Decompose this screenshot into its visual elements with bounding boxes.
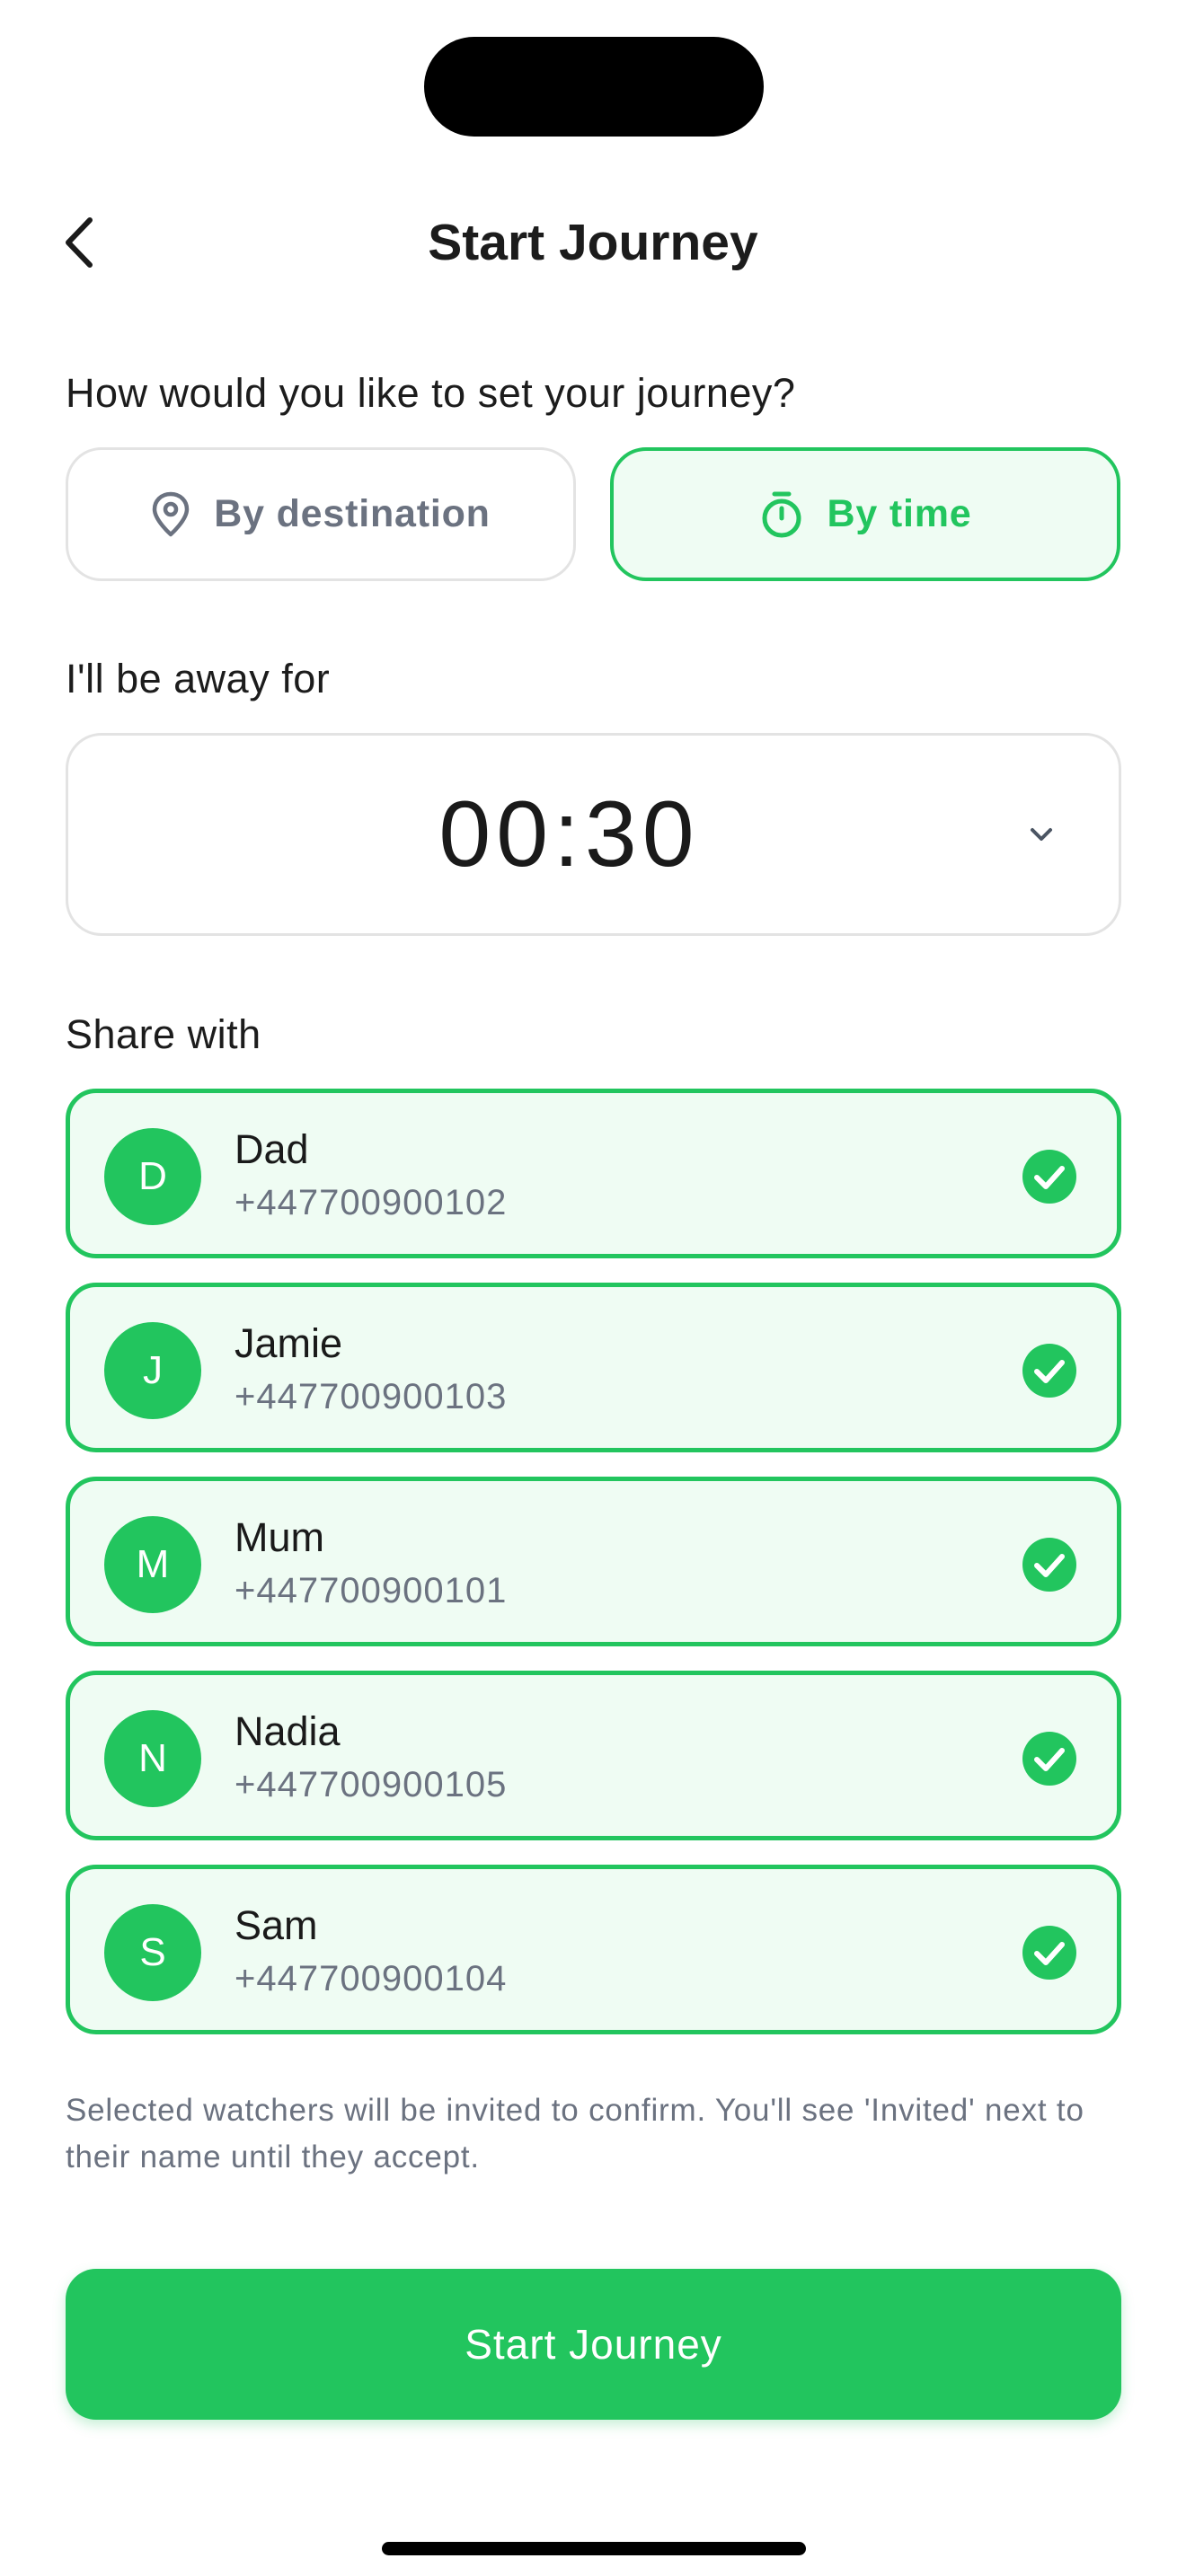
- contact-phone: +447700900102: [235, 1183, 508, 1222]
- avatar: J: [104, 1322, 201, 1419]
- check-circle-icon: [1022, 1344, 1076, 1398]
- contact-name: Jamie: [235, 1320, 343, 1366]
- duration-value: 00:30: [438, 781, 700, 887]
- contact-card-sam[interactable]: S Sam +447700900104: [66, 1865, 1121, 2034]
- location-pin-icon: [153, 491, 190, 536]
- start-journey-button[interactable]: Start Journey: [66, 2269, 1121, 2420]
- contact-card-dad[interactable]: D Dad +447700900102: [66, 1089, 1121, 1258]
- contact-name: Dad: [235, 1126, 309, 1172]
- check-circle-icon: [1022, 1926, 1076, 1980]
- avatar: M: [104, 1516, 201, 1613]
- by-destination-button[interactable]: By destination: [66, 447, 576, 581]
- contact-name: Mum: [235, 1514, 324, 1560]
- avatar: S: [104, 1904, 201, 2001]
- check-circle-icon: [1022, 1732, 1076, 1786]
- start-journey-screen: Start Journey How would you like to set …: [0, 0, 1186, 2576]
- duration-picker[interactable]: 00:30: [66, 733, 1121, 936]
- invite-note: Selected watchers will be invited to con…: [66, 2093, 1084, 2175]
- avatar: D: [104, 1128, 201, 1225]
- home-indicator[interactable]: [382, 2542, 806, 2555]
- by-time-button[interactable]: By time: [610, 447, 1120, 581]
- page-title: Start Journey: [428, 214, 758, 271]
- by-destination-label: By destination: [214, 492, 491, 535]
- avatar: N: [104, 1710, 201, 1807]
- contact-card-nadia[interactable]: N Nadia +447700900105: [66, 1671, 1121, 1840]
- duration-label: I'll be away for: [66, 656, 331, 701]
- contact-phone: +447700900103: [235, 1377, 508, 1416]
- contact-phone: +447700900104: [235, 1959, 508, 1998]
- mode-question: How would you like to set your journey?: [66, 370, 796, 416]
- stopwatch-icon: [762, 491, 801, 537]
- chevron-down-icon: [1031, 828, 1052, 841]
- contact-card-mum[interactable]: M Mum +447700900101: [66, 1477, 1121, 1646]
- dynamic-island: [424, 37, 764, 137]
- contact-phone: +447700900105: [235, 1765, 508, 1804]
- by-time-label: By time: [827, 492, 972, 535]
- contact-name: Nadia: [235, 1708, 341, 1754]
- contact-name: Sam: [235, 1902, 318, 1948]
- check-circle-icon: [1022, 1150, 1076, 1204]
- share-with-label: Share with: [66, 1011, 261, 1057]
- check-circle-icon: [1022, 1538, 1076, 1592]
- contact-card-jamie[interactable]: J Jamie +447700900103: [66, 1283, 1121, 1452]
- contact-phone: +447700900101: [235, 1571, 508, 1610]
